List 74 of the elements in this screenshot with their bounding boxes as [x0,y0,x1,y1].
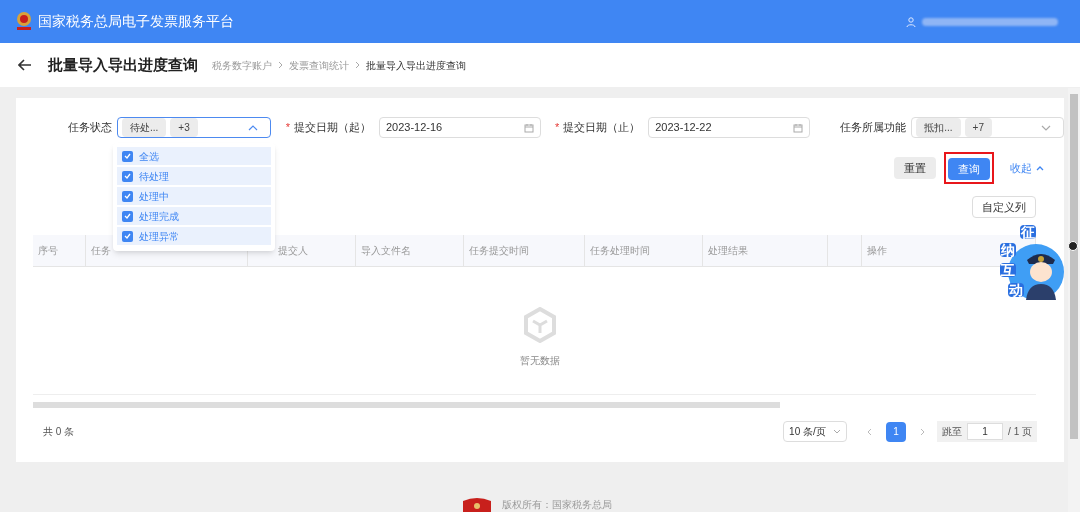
column-header: 序号 [38,244,58,259]
checkbox[interactable] [122,170,133,182]
select-tag: +3 [170,118,198,137]
required-mark: * [554,120,560,136]
next-page-icon[interactable] [920,427,926,436]
check-icon [124,153,131,159]
page-count: / 1 页 [1008,425,1032,440]
checkbox[interactable] [122,150,133,162]
select-tag: 抵扣... [916,118,961,137]
breadcrumb-item[interactable]: 税务数字账户 [212,57,272,73]
chevron-up-icon [1036,165,1044,171]
assistant-char: 动 [1008,283,1024,297]
date-field[interactable]: 2023-12-16 [378,117,541,138]
search-button[interactable]: 查询 [948,158,990,181]
page-title: 批量导入导出进度查询 [48,54,198,75]
dropdown-option[interactable]: 处理中 [117,187,271,205]
check-icon [124,233,131,239]
jump-label: 跳至 [942,425,963,440]
chevron-up-icon [247,124,258,131]
select-tag: 待处... [122,118,167,137]
chevron-right-icon [278,61,283,69]
check-icon [124,173,131,179]
calendar-icon [793,122,804,133]
page-input[interactable]: 1 [967,423,1004,441]
customize-columns-button[interactable]: 自定义列 [972,196,1036,219]
calendar-icon [523,122,534,133]
user-icon [906,16,916,27]
collapse-link[interactable]: 收起 [1010,159,1044,177]
page-size-select[interactable]: 10 条/页 [783,421,848,443]
check-icon [124,213,131,219]
back-arrow-icon[interactable] [18,59,32,71]
emblem-icon [462,497,492,512]
chevron-down-icon [1041,124,1051,131]
checkbox[interactable] [122,230,133,242]
total-count: 共 0 条 [43,425,75,440]
scrollbar-thumb[interactable] [1070,94,1078,439]
column-header: 导入文件名 [361,244,411,259]
checkbox[interactable] [122,190,133,202]
platform-title: 国家税务总局电子发票服务平台 [38,12,234,31]
filter-label: 提交日期（起） [293,120,371,136]
chevron-down-icon [833,429,842,435]
assistant-char: 互 [1000,263,1016,277]
dropdown-option[interactable]: 处理完成 [117,207,271,225]
column-header: 任务提交时间 [469,244,529,259]
date-field[interactable]: 2023-12-22 [648,117,811,138]
empty-box-icon [523,307,557,344]
filter-label: 任务状态 [68,120,112,136]
filter-label: 提交日期（止） [563,120,641,136]
column-header: 提交人 [278,244,308,259]
column-header: 任务处理时间 [590,244,650,259]
empty-text: 暂无数据 [520,354,560,369]
page-button[interactable]: 1 [886,421,907,442]
check-icon [124,193,131,199]
reset-button[interactable]: 重置 [894,157,936,180]
dropdown-option[interactable]: 处理异常 [117,227,271,245]
breadcrumb-item: 批量导入导出进度查询 [366,58,466,73]
multi-select[interactable]: 抵扣... +7 [911,117,1064,138]
filter-label: 任务所属功能 [840,120,907,136]
column-header: 任务 [91,244,111,259]
chevron-right-icon [355,61,360,69]
horizontal-scrollbar[interactable] [33,402,780,409]
previous-page-icon[interactable] [867,427,873,436]
copyright-text: 版权所有：国家税务总局 [502,498,612,512]
breadcrumb-item[interactable]: 发票查询统计 [289,57,349,73]
column-header: 操作 [867,244,887,259]
assistant-char: 纳 [1000,243,1016,257]
select-tag: +7 [964,118,992,137]
required-mark: * [285,120,290,136]
column-header: 处理结果 [708,244,748,259]
multi-select[interactable]: 待处... +3 [117,117,271,138]
dropdown-option[interactable]: 全选 [117,147,271,165]
assistant-char: 征 [1020,225,1036,239]
checkbox[interactable] [122,210,133,222]
dropdown-option[interactable]: 待处理 [117,167,271,185]
